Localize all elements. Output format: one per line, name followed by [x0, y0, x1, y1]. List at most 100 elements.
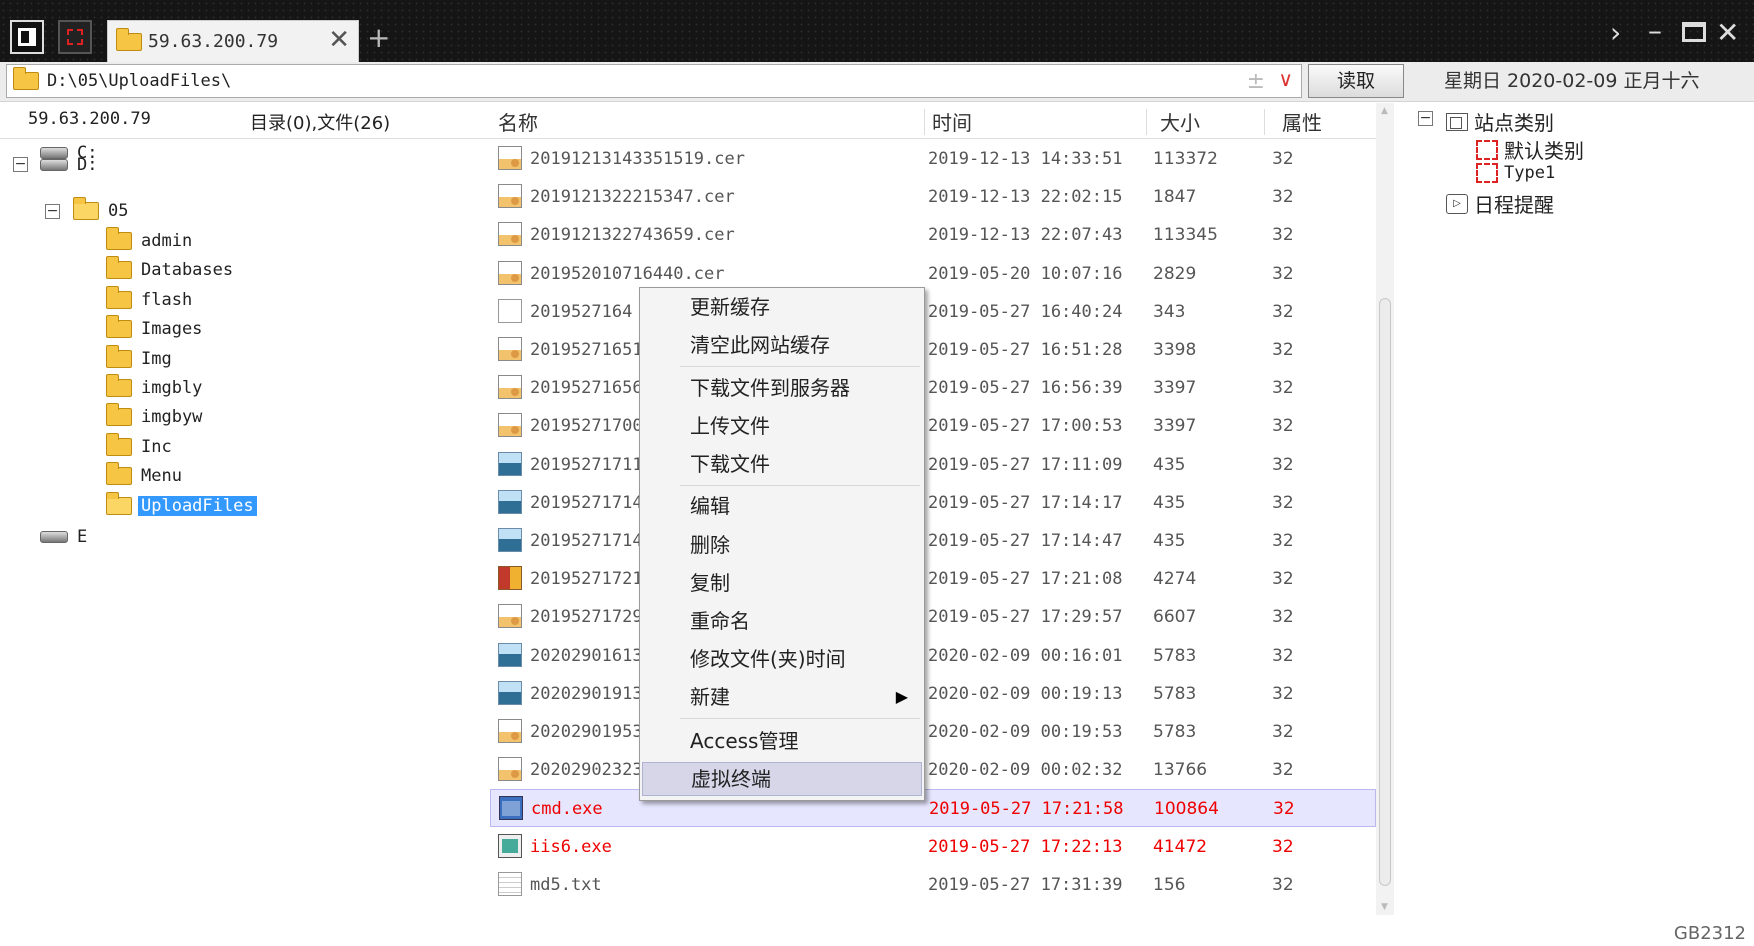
file-row[interactable]: 202029019131 2020-02-09 00:19:13 5783 32	[490, 675, 1376, 713]
menu-item-refresh-cache[interactable]: 更新缓存	[642, 290, 922, 324]
file-time: 2019-05-27 16:56:39	[928, 378, 1123, 399]
certificate-icon	[498, 222, 522, 247]
folder-icon	[106, 256, 132, 279]
chevron-down-icon[interactable]: ∨	[1278, 67, 1293, 91]
path-input[interactable]: D:\05\UploadFiles\ ± ∨	[6, 64, 1302, 98]
site-category-node[interactable]: 站点类别	[1446, 107, 1554, 136]
file-row[interactable]: 201952717005 2019-05-27 17:00:53 3397 32	[490, 407, 1376, 445]
column-size[interactable]: 大小	[1160, 107, 1200, 136]
file-list-header: 名称 时间 大小 属性	[490, 103, 1380, 139]
tree-node-imgbly[interactable]: imgbly	[106, 374, 205, 401]
file-row[interactable]: 2019121322743659.cer 2019-12-13 22:07:43 1…	[490, 216, 1376, 254]
file-attr: 32	[1272, 454, 1294, 475]
file-row[interactable]: 201952716563 2019-05-27 16:56:39 3397 32	[490, 369, 1376, 407]
file-size: 3397	[1153, 378, 1197, 399]
file-row[interactable]: 201952717295 2019-05-27 17:29:57 6607 32	[490, 598, 1376, 636]
tree-node-drive-e[interactable]: E	[40, 524, 90, 550]
tree-node-drive-d[interactable]: D:	[40, 152, 100, 178]
tree-node-inc[interactable]: Inc	[106, 433, 175, 460]
file-size: 113345	[1153, 225, 1218, 246]
scroll-down-icon[interactable]: ▼	[1381, 902, 1388, 912]
file-name: 201952010716440.cer	[530, 263, 725, 284]
menu-item-download-file[interactable]: 下载文件	[642, 447, 922, 481]
menu-item-delete[interactable]: 删除	[642, 528, 922, 562]
file-row[interactable]: 202029019535 2020-02-09 00:19:53 5783 32	[490, 713, 1376, 751]
file-row[interactable]: 201952010716440.cer 2019-05-20 10:07:16 28…	[490, 255, 1376, 293]
file-name: 20191213143351519.cer	[530, 149, 745, 169]
menu-item-upload-file[interactable]: 上传文件	[642, 409, 922, 443]
file-row[interactable]: 202029016130 2020-02-09 00:16:01 5783 32	[490, 637, 1376, 675]
date-label: 星期日 2020-02-09 正月十六	[1444, 70, 1700, 92]
file-row[interactable]: 20191213143351519.cer 2019-12-13 14:33:51…	[490, 140, 1376, 178]
column-divider[interactable]	[1146, 109, 1147, 135]
scroll-thumb[interactable]	[1379, 298, 1391, 886]
vertical-scrollbar[interactable]: ▲ ▼	[1376, 103, 1394, 915]
minimize-icon[interactable]: –	[1648, 14, 1662, 48]
context-menu: 更新缓存 清空此网站缓存 下载文件到服务器 上传文件 下载文件 编辑 删除 复制…	[639, 287, 925, 801]
collapse-icon[interactable]: −	[45, 204, 60, 219]
close-icon[interactable]: ✕	[1716, 16, 1739, 50]
column-divider[interactable]	[924, 109, 925, 135]
file-attr: 32	[1273, 799, 1295, 820]
collapse-icon[interactable]: −	[13, 157, 28, 172]
tab-close-icon[interactable]: ✕	[328, 27, 350, 53]
maximize-icon[interactable]	[1682, 22, 1706, 42]
tree-node-menu[interactable]: Menu	[106, 462, 185, 489]
menu-item-clear-site-cache[interactable]: 清空此网站缓存	[642, 328, 922, 362]
tree-node-label: UploadFiles	[138, 496, 257, 516]
menu-item-access-manage[interactable]: Access管理	[642, 724, 922, 758]
folder-open-icon	[106, 492, 132, 515]
collapse-icon[interactable]: −	[1418, 111, 1433, 126]
file-attr: 32	[1272, 874, 1294, 895]
tree-node-admin[interactable]: admin	[106, 227, 195, 254]
file-size: 343	[1153, 301, 1186, 322]
column-divider[interactable]	[1264, 109, 1265, 135]
tree-node-imgbyw[interactable]: imgbyw	[106, 403, 205, 430]
bookmark-icon[interactable]: ±	[1247, 69, 1265, 94]
menu-item-new[interactable]: 新建 ▶	[642, 680, 922, 714]
type1-node[interactable]: Type1	[1476, 163, 1555, 183]
left-pane-header: 59.63.200.79 目录(0),文件(26)	[0, 103, 490, 139]
file-row[interactable]: cmd.exe 2019-05-27 17:21:58 100864 32	[490, 789, 1376, 828]
schedule-node[interactable]: ▷ 日程提醒	[1446, 189, 1554, 218]
file-size: 100864	[1154, 799, 1219, 820]
chevron-right-icon[interactable]: ›	[1610, 16, 1621, 50]
tree-node-05[interactable]: 05	[73, 197, 131, 224]
menu-item-modify-time[interactable]: 修改文件(夹)时间	[642, 642, 922, 676]
folder-icon	[106, 315, 132, 338]
column-attr[interactable]: 属性	[1282, 107, 1322, 136]
app-menu-icon[interactable]	[10, 20, 44, 54]
file-row[interactable]: 201952717210 2019-05-27 17:21:08 4274 32	[490, 560, 1376, 598]
file-name: 201952717144	[530, 531, 653, 551]
file-row[interactable]: 201952717141 2019-05-27 17:14:17 435 32	[490, 484, 1376, 522]
tab-session[interactable]: 59.63.200.79 ✕	[107, 20, 359, 62]
file-row[interactable]: 201952717111 2019-05-27 17:11:09 435 32	[490, 446, 1376, 484]
file-attr: 32	[1272, 378, 1294, 399]
new-tab-icon[interactable]: +	[367, 22, 390, 54]
menu-item-virtual-terminal[interactable]: 虚拟终端	[642, 762, 922, 796]
tree-node-img[interactable]: Img	[106, 345, 175, 372]
default-category-node[interactable]: 默认类别	[1476, 135, 1584, 164]
file-row[interactable]: 201952716512 2019-05-27 16:51:28 3398 32	[490, 331, 1376, 369]
menu-item-download-to-server[interactable]: 下载文件到服务器	[642, 371, 922, 405]
read-button[interactable]: 读取	[1308, 64, 1404, 98]
menu-item-rename[interactable]: 重命名	[642, 604, 922, 638]
menu-item-edit[interactable]: 编辑	[642, 489, 922, 523]
scroll-up-icon[interactable]: ▲	[1381, 106, 1388, 116]
record-icon[interactable]	[58, 20, 92, 54]
file-name: 202029019535	[530, 722, 653, 742]
tree-node-flash[interactable]: flash	[106, 286, 195, 313]
file-attr: 32	[1272, 263, 1294, 284]
file-row[interactable]: iis6.exe 2019-05-27 17:22:13 41472 32	[490, 828, 1376, 866]
file-row[interactable]: 2019527164 2019-05-27 16:40:24 343 32	[490, 293, 1376, 331]
column-time[interactable]: 时间	[932, 107, 972, 136]
menu-item-copy[interactable]: 复制	[642, 566, 922, 600]
tree-node-images[interactable]: Images	[106, 315, 205, 342]
file-row[interactable]: 2019121322215347.cer 2019-12-13 22:02:15 1…	[490, 178, 1376, 216]
tree-node-uploadfiles[interactable]: UploadFiles	[106, 492, 257, 519]
column-name[interactable]: 名称	[498, 107, 538, 136]
tree-node-databases[interactable]: Databases	[106, 256, 236, 283]
file-row[interactable]: 201952717144 2019-05-27 17:14:47 435 32	[490, 522, 1376, 560]
file-row[interactable]: md5.txt 2019-05-27 17:31:39 156 32	[490, 866, 1376, 904]
file-row[interactable]: 202029023232 2020-02-09 00:02:32 13766 32	[490, 751, 1376, 789]
